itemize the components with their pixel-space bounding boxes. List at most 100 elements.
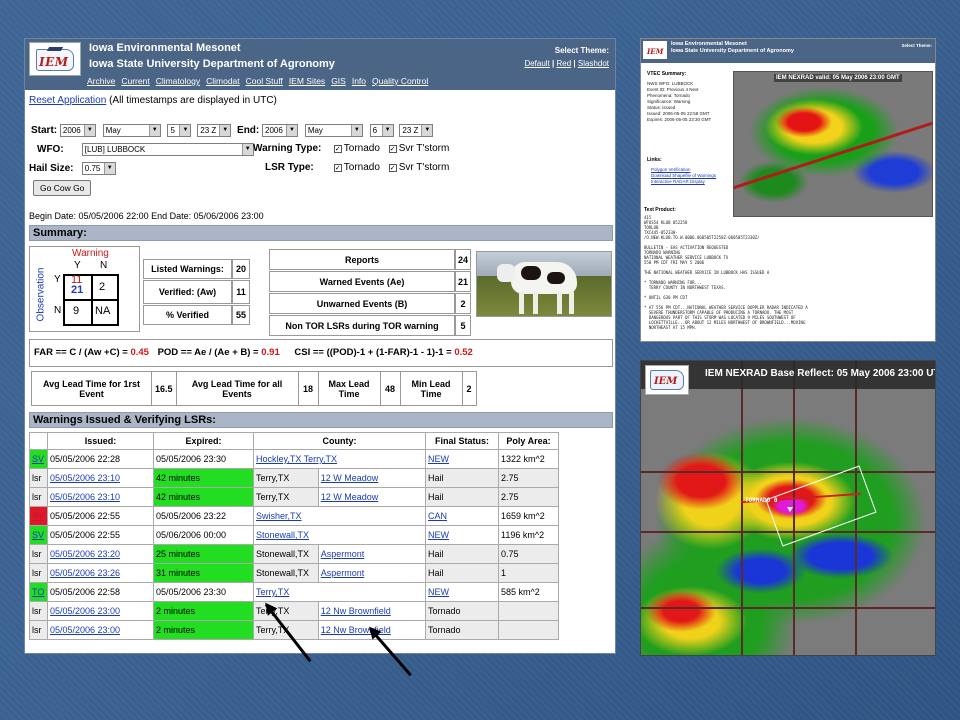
nav-cool-stuff[interactable]: Cool Stuff <box>246 76 283 86</box>
table-row: lsr05/05/2006 23:002 minutesTerry,TX12 N… <box>29 601 559 621</box>
nav-climatology[interactable]: Climatology <box>156 76 200 86</box>
end-month-select[interactable]: May <box>304 124 363 137</box>
row-expired: 2 minutes <box>153 601 254 621</box>
row-type[interactable]: SV <box>29 525 48 545</box>
row-place-link[interactable]: Aspermont <box>317 544 427 564</box>
row-area: 585 km^2 <box>498 582 559 602</box>
matrix-d-value: NA <box>95 305 111 317</box>
hail-label: Hail Size: <box>29 163 74 174</box>
vtec-links-label: Links: <box>647 157 662 163</box>
row-type: lsr <box>29 563 48 583</box>
matrix-n-label: N <box>100 260 108 271</box>
vtec-logo: IEM <box>643 41 667 59</box>
start-month-select[interactable]: May <box>102 124 161 137</box>
row-issued[interactable]: 05/05/2006 23:10 <box>47 468 154 488</box>
matrix-c-value: 9 <box>73 305 80 317</box>
csi-label: CSI == ((POD)-1 + (1-FAR)-1 - 1)-1 = <box>294 347 452 358</box>
warning-svr-checkbox[interactable]: ✓ <box>388 144 397 153</box>
table-row: lsr05/05/2006 23:002 minutesTerry,TX12 N… <box>29 620 559 640</box>
row-county-link[interactable]: Swisher,TX <box>253 506 426 526</box>
row-issued[interactable]: 05/05/2006 23:10 <box>47 487 154 507</box>
tornado-marker-label: TORNADO 0 <box>745 497 778 504</box>
radar-screenshot: TORNADO 0 IEM IEM NEXRAD Base Reflect: 0… <box>640 360 936 656</box>
reset-link[interactable]: Reset Application <box>29 95 106 106</box>
lead4-value: 2 <box>461 371 477 406</box>
go-button[interactable]: Go Cow Go <box>33 180 92 196</box>
date-range-text: Begin Date: 05/05/2006 22:00 End Date: 0… <box>29 211 264 221</box>
radar-logo-text: IEM <box>654 376 678 387</box>
theme-default-link[interactable]: Default <box>524 59 549 68</box>
row-county-link[interactable]: Hockley,TX Terry,TX <box>253 449 426 469</box>
row-issued[interactable]: 05/05/2006 23:00 <box>47 620 154 640</box>
end-year-select[interactable]: 2006 <box>262 124 299 137</box>
row-area: 1 <box>498 563 559 583</box>
vtec-subtitle: Iowa State University Department of Agro… <box>671 48 794 54</box>
row-place-link[interactable]: Aspermont <box>317 563 427 583</box>
row-county-link[interactable]: Terry,TX <box>253 582 426 602</box>
row-expired: 05/05/2006 23:30 <box>153 449 254 469</box>
warnings-title: Warnings Issued & Verifying LSRs: <box>29 412 613 428</box>
row-type: lsr <box>29 487 48 507</box>
row-issued[interactable]: 05/05/2006 23:20 <box>47 544 154 564</box>
row-type[interactable]: SV <box>29 506 48 526</box>
lead2-label: Avg Lead Time for all Events <box>175 371 299 406</box>
nav-archive[interactable]: Archive <box>87 76 115 86</box>
lsr-svr-checkbox[interactable]: ✓ <box>388 163 397 172</box>
row-status: Hail <box>425 487 499 507</box>
warned-events-label: Warned Events (Ae) <box>269 271 455 292</box>
row-status[interactable]: NEW <box>425 449 499 469</box>
hail-select[interactable]: 0.75 <box>81 162 116 175</box>
reset-note: (All timestamps are displayed in UTC) <box>109 95 277 106</box>
lsr-tornado-checkbox[interactable]: ✓ <box>333 163 342 172</box>
matrix-row-y: Y <box>54 274 61 285</box>
wfo-select[interactable]: [LUB] LUBBOCK <box>81 143 254 156</box>
row-type[interactable]: SV <box>29 449 48 469</box>
nav-gis[interactable]: GIS <box>331 76 346 86</box>
row-type[interactable]: TO <box>29 582 48 602</box>
lsr-svr-label: Svr T'storm <box>398 162 450 174</box>
tornado-marker-icon <box>787 507 793 512</box>
text-product-line: NORTHEAST AT 15 MPH. <box>644 325 697 330</box>
theme-slashdot-link[interactable]: Slashdot <box>578 59 609 68</box>
row-place-link[interactable]: 12 Nw Brownfield <box>317 601 427 621</box>
lead1-label: Avg Lead Time for 1rst Event <box>31 371 152 406</box>
table-row: lsr 05/05/2006 23:10 42 minutes Terry,TX 12 … <box>29 468 559 488</box>
nav-current[interactable]: Current <box>121 76 149 86</box>
row-expired: 42 minutes <box>153 468 254 488</box>
matrix-a2-value: 21 <box>71 284 84 296</box>
start-year-select[interactable]: 2006 <box>59 124 96 137</box>
nav-quality-control[interactable]: Quality Control <box>372 76 428 86</box>
vtec-field-expires: Expires: 2006-05-05 23:30 GMT <box>647 117 712 122</box>
row-place-link[interactable]: 12 W Meadow <box>317 487 427 507</box>
theme-red-link[interactable]: Red <box>556 59 571 68</box>
vtec-link-radar[interactable]: Interactive RADAR Display <box>651 179 716 185</box>
start-hour-select[interactable]: 23 Z <box>197 124 232 137</box>
row-county: Stonewall,TX <box>253 544 319 564</box>
matrix-warning-label: Warning <box>72 248 109 259</box>
select-theme-label: Select Theme: <box>554 46 609 55</box>
nav-iem-sites[interactable]: IEM Sites <box>289 76 325 86</box>
warning-tornado-checkbox[interactable]: ✓ <box>333 144 342 153</box>
site-subtitle: Iowa State University Department of Agro… <box>89 58 335 70</box>
header-expired: Expired: <box>153 432 254 450</box>
row-issued[interactable]: 05/05/2006 23:26 <box>47 563 154 583</box>
nav-info[interactable]: Info <box>352 76 366 86</box>
start-day-select[interactable]: 5 <box>167 124 192 137</box>
row-county-link[interactable]: Stonewall,TX <box>253 525 426 545</box>
row-place-link[interactable]: 12 W Meadow <box>317 468 427 488</box>
end-day-select[interactable]: 6 <box>369 124 394 137</box>
row-status[interactable]: NEW <box>425 525 499 545</box>
nav-climodat[interactable]: Climodat <box>206 76 240 86</box>
row-status[interactable]: NEW <box>425 582 499 602</box>
end-label: End: <box>237 125 260 136</box>
iem-logo: IEM <box>29 42 81 76</box>
hail-row: Hail Size: 0.75 <box>29 162 116 175</box>
warning-type-label: Warning Type: <box>253 143 322 154</box>
lsr-type-label: LSR Type: <box>265 162 314 173</box>
plane-icon <box>46 47 64 51</box>
logo-text: IEM <box>39 55 69 69</box>
row-status[interactable]: CAN <box>425 506 499 526</box>
table-row: lsr 05/05/2006 23:20 25 minutes Stonewall,T… <box>29 544 559 564</box>
end-hour-select[interactable]: 23 Z <box>399 124 434 137</box>
row-issued[interactable]: 05/05/2006 23:00 <box>47 601 154 621</box>
